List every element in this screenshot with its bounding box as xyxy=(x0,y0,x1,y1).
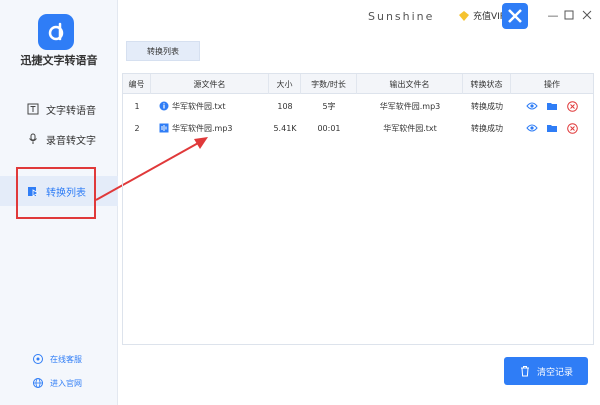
tab-convert-list[interactable]: 转换列表 xyxy=(126,41,200,61)
vip-button[interactable]: 充值VIP xyxy=(458,9,505,22)
vip-label: 充值VIP xyxy=(473,12,506,22)
cell-source: 华军软件园.txt xyxy=(151,95,269,117)
table-row[interactable]: 2 华军软件园.mp3 5.41K 00:01 华军软件园.txt 转换成功 xyxy=(123,117,593,139)
delete-icon[interactable] xyxy=(566,100,578,112)
title-bar: Sunshine 充值VIP — xyxy=(118,0,600,34)
folder-icon[interactable] xyxy=(546,122,558,134)
clear-label: 清空记录 xyxy=(536,367,573,378)
close-button[interactable] xyxy=(580,8,594,22)
maximize-icon xyxy=(564,10,574,20)
text-file-icon xyxy=(159,101,169,111)
cell-actions xyxy=(511,95,593,117)
folder-icon[interactable] xyxy=(546,100,558,112)
cell-size: 108 xyxy=(277,101,293,111)
cell-id: 1 xyxy=(134,101,140,111)
cell-length: 5字 xyxy=(322,101,336,111)
cell-id: 2 xyxy=(134,123,140,133)
col-output: 输出文件名 xyxy=(357,74,463,94)
cell-length: 00:01 xyxy=(317,123,341,133)
cell-output: 华军软件园.txt xyxy=(383,123,437,133)
table-header: 编号 源文件名 大小 字数/时长 输出文件名 转换状态 操作 xyxy=(123,74,593,94)
preview-icon[interactable] xyxy=(526,100,538,112)
maximize-button[interactable] xyxy=(562,8,576,22)
cell-source: 华军软件园.mp3 xyxy=(151,117,269,139)
cell-actions xyxy=(511,117,593,139)
username: Sunshine xyxy=(368,10,435,23)
source-name: 华军软件园.txt xyxy=(172,101,226,111)
preview-icon[interactable] xyxy=(526,122,538,134)
minimize-button[interactable]: — xyxy=(546,8,560,22)
minimize-icon: — xyxy=(547,8,559,22)
audio-file-icon xyxy=(159,123,169,133)
col-actions: 操作 xyxy=(544,79,560,89)
convert-table: 编号 源文件名 大小 字数/时长 输出文件名 转换状态 操作 1 华军软件园.t… xyxy=(122,73,594,345)
col-status: 转换状态 xyxy=(463,74,511,94)
table-row[interactable]: 1 华军软件园.txt 108 5字 华军软件园.mp3 转换成功 xyxy=(123,95,593,117)
clear-records-button[interactable]: 清空记录 xyxy=(504,357,588,385)
trash-icon xyxy=(519,365,531,377)
cell-output: 华军软件园.mp3 xyxy=(379,101,441,111)
cell-size: 5.41K xyxy=(273,123,297,133)
col-source: 源文件名 xyxy=(151,74,269,94)
cell-status: 转换成功 xyxy=(471,101,503,111)
cell-status: 转换成功 xyxy=(471,123,503,133)
delete-icon[interactable] xyxy=(566,122,578,134)
col-id: 编号 xyxy=(123,74,151,94)
close-icon xyxy=(582,10,592,20)
col-length: 字数/时长 xyxy=(301,74,357,94)
source-name: 华军软件园.mp3 xyxy=(172,123,233,133)
vip-badge-icon xyxy=(458,10,470,22)
col-size: 大小 xyxy=(269,74,301,94)
site-logo-icon xyxy=(502,3,528,29)
